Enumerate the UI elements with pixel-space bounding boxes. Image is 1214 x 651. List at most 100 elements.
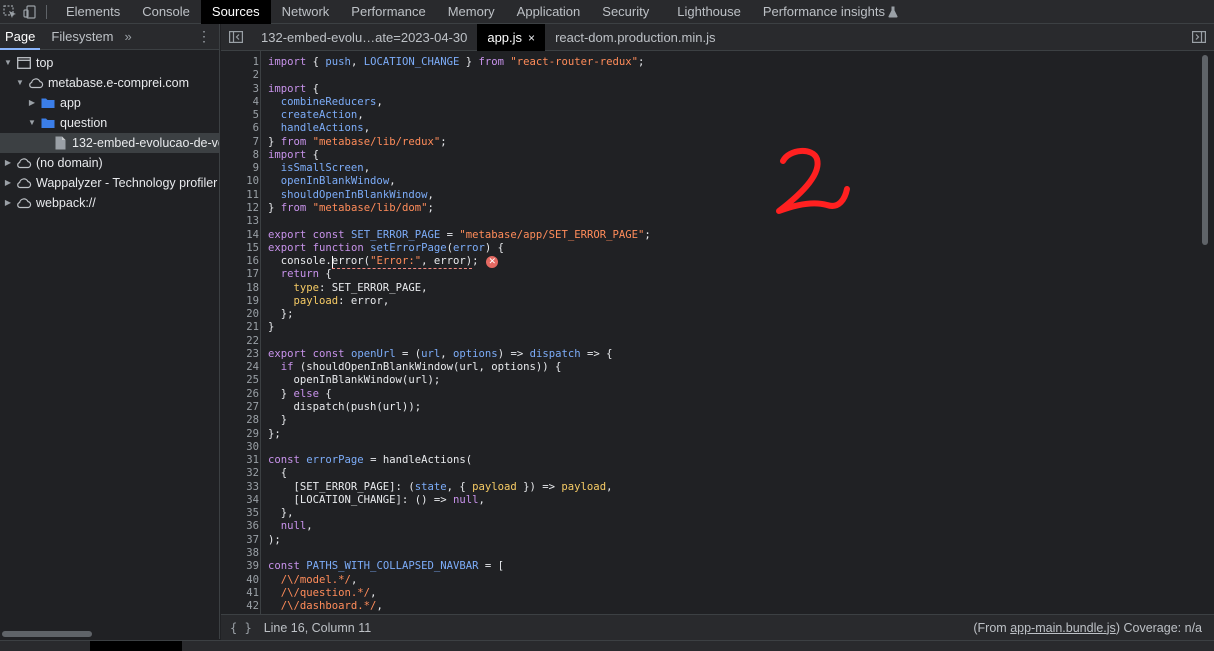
line-number[interactable]: 28 — [221, 414, 259, 427]
error-icon[interactable]: ✕ — [486, 255, 499, 268]
tree-item[interactable]: ▶ webpack:// — [0, 193, 219, 213]
code-line[interactable]: 37); — [221, 534, 1196, 547]
horizontal-scrollbar[interactable] — [0, 629, 219, 639]
tab-network[interactable]: Network — [271, 0, 341, 24]
code-line[interactable]: 39 const PATHS_WITH_COLLAPSED_NAVBAR = [ — [221, 560, 1196, 573]
line-number[interactable]: 21 — [221, 321, 259, 334]
code-line[interactable]: 29}; — [221, 428, 1196, 441]
code-line[interactable]: 42 /\/dashboard.*/, — [221, 600, 1196, 613]
tab-lighthouse[interactable]: Lighthouse — [666, 0, 752, 24]
code-line[interactable]: 38 — [221, 547, 1196, 560]
tree-item[interactable]: ▶ Wappalyzer - Technology profiler — [0, 173, 219, 193]
inspect-element-icon[interactable] — [0, 0, 20, 24]
line-number[interactable]: 35 — [221, 507, 259, 520]
line-number[interactable]: 37 — [221, 534, 259, 547]
line-number[interactable]: 9 — [221, 162, 259, 175]
triangle-right-icon[interactable]: ▶ — [2, 193, 14, 213]
vertical-scrollbar[interactable] — [1202, 55, 1208, 245]
line-number[interactable]: 16 — [221, 255, 259, 268]
tab-performance[interactable]: Performance — [340, 0, 436, 24]
code-line[interactable]: 41 /\/question.*/, — [221, 587, 1196, 600]
triangle-right-icon[interactable]: ▶ — [2, 173, 14, 193]
line-number[interactable]: 19 — [221, 295, 259, 308]
line-number[interactable]: 7 — [221, 136, 259, 149]
tab-page[interactable]: Page — [0, 24, 41, 50]
line-number[interactable]: 38 — [221, 547, 259, 560]
code-line[interactable]: 10 openInBlankWindow, — [221, 175, 1196, 188]
tab-sources[interactable]: Sources — [200, 0, 271, 24]
line-number[interactable]: 41 — [221, 587, 259, 600]
toggle-debugger-icon[interactable] — [1184, 24, 1214, 51]
line-number[interactable]: 2 — [221, 69, 259, 82]
code-line[interactable]: 9 isSmallScreen, — [221, 162, 1196, 175]
code-line[interactable]: 11 shouldOpenInBlankWindow, — [221, 189, 1196, 202]
tree-item[interactable]: ▶ app — [0, 93, 219, 113]
code-line[interactable]: 20 }; — [221, 308, 1196, 321]
line-number[interactable]: 25 — [221, 374, 259, 387]
line-number[interactable]: 11 — [221, 189, 259, 202]
line-number[interactable]: 14 — [221, 229, 259, 242]
code-line[interactable]: 40 /\/model.*/, — [221, 574, 1196, 587]
code-line[interactable]: 15 export function setErrorPage(error) { — [221, 242, 1196, 255]
line-number[interactable]: 15 — [221, 242, 259, 255]
line-number[interactable]: 10 — [221, 175, 259, 188]
line-number[interactable]: 26 — [221, 388, 259, 401]
triangle-down-icon[interactable]: ▼ — [14, 73, 26, 93]
code-editor[interactable]: 1 import { push, LOCATION_CHANGE } from "… — [221, 51, 1214, 614]
code-line[interactable]: 23 export const openUrl = (url, options) … — [221, 348, 1196, 361]
code-line[interactable]: 14 export const SET_ERROR_PAGE = "metabas… — [221, 229, 1196, 242]
line-number[interactable]: 3 — [221, 83, 259, 96]
code-line[interactable]: 30 — [221, 441, 1196, 454]
line-number[interactable]: 42 — [221, 600, 259, 613]
triangle-down-icon[interactable]: ▼ — [2, 53, 14, 73]
code-line[interactable]: 34 [LOCATION_CHANGE]: () => null, — [221, 494, 1196, 507]
pretty-print-button[interactable]: { } — [230, 621, 252, 635]
tab-console[interactable]: Console — [131, 0, 201, 24]
code-line[interactable]: 21} — [221, 321, 1196, 334]
code-line[interactable]: 19 payload: error, — [221, 295, 1196, 308]
code-line[interactable]: 1 import { push, LOCATION_CHANGE } from "… — [221, 56, 1196, 69]
bundle-link[interactable]: app-main.bundle.js — [1010, 621, 1116, 635]
line-number[interactable]: 17 — [221, 268, 259, 281]
tree-item[interactable]: ▶ (no domain) — [0, 153, 219, 173]
code-line[interactable]: 26 } else { — [221, 388, 1196, 401]
code-line[interactable]: 7} from "metabase/lib/redux"; — [221, 136, 1196, 149]
code-line[interactable]: 33 [SET_ERROR_PAGE]: (state, { payload }… — [221, 481, 1196, 494]
line-number[interactable]: 1 — [221, 56, 259, 69]
tree-item[interactable]: ▼ question — [0, 113, 219, 133]
line-number[interactable]: 27 — [221, 401, 259, 414]
line-number[interactable]: 12 — [221, 202, 259, 215]
line-number[interactable]: 6 — [221, 122, 259, 135]
line-number[interactable]: 22 — [221, 335, 259, 348]
kebab-menu-icon[interactable]: ⋮ — [197, 28, 211, 45]
editor-tab[interactable]: 132-embed-evolu…ate=2023-04-30 — [251, 24, 477, 51]
code-line[interactable]: 18 type: SET_ERROR_PAGE, — [221, 282, 1196, 295]
triangle-right-icon[interactable]: ▶ — [26, 93, 38, 113]
code-line[interactable]: 6 handleActions, — [221, 122, 1196, 135]
code-line[interactable]: 32 { — [221, 467, 1196, 480]
tree-item[interactable]: ▼ top — [0, 53, 219, 73]
line-number[interactable]: 24 — [221, 361, 259, 374]
code-line[interactable]: 28 } — [221, 414, 1196, 427]
line-number[interactable]: 4 — [221, 96, 259, 109]
line-number[interactable]: 13 — [221, 215, 259, 228]
code-line[interactable]: 27 dispatch(push(url)); — [221, 401, 1196, 414]
code-line[interactable]: 31 const errorPage = handleActions( — [221, 454, 1196, 467]
tab-security[interactable]: Security — [591, 0, 660, 24]
code-line[interactable]: 17 return { — [221, 268, 1196, 281]
line-number[interactable]: 36 — [221, 520, 259, 533]
code-line[interactable]: 13 — [221, 215, 1196, 228]
line-number[interactable]: 8 — [221, 149, 259, 162]
line-number[interactable]: 20 — [221, 308, 259, 321]
line-number[interactable]: 30 — [221, 441, 259, 454]
code-line[interactable]: 24 if (shouldOpenInBlankWindow(url, opti… — [221, 361, 1196, 374]
line-number[interactable]: 34 — [221, 494, 259, 507]
tab-filesystem[interactable]: Filesystem — [46, 24, 118, 50]
tab-application[interactable]: Application — [506, 0, 592, 24]
code-line[interactable]: 4 combineReducers, — [221, 96, 1196, 109]
code-line[interactable]: 36 null, — [221, 520, 1196, 533]
line-number[interactable]: 40 — [221, 574, 259, 587]
line-number[interactable]: 5 — [221, 109, 259, 122]
tab-performance-insights[interactable]: Performance insights — [752, 0, 896, 24]
tree-item[interactable]: 132-embed-evolucao-de-ve — [0, 133, 219, 153]
